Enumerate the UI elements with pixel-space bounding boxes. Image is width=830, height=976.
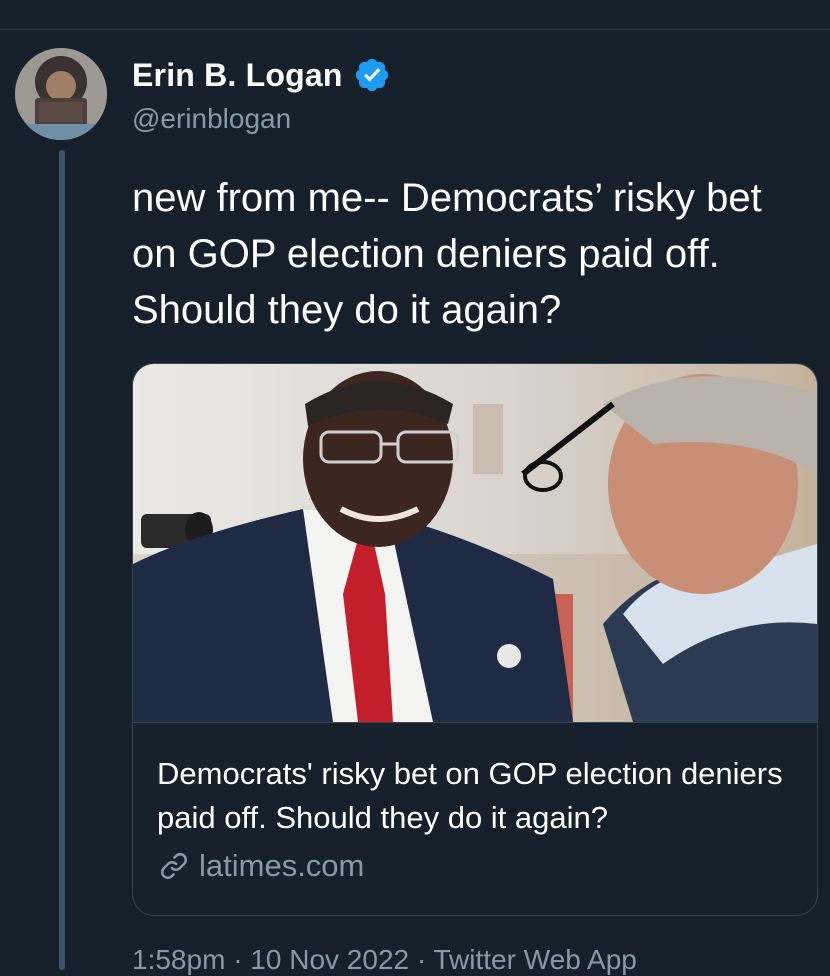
tweet-time[interactable]: 1:58pm: [132, 944, 225, 975]
card-domain-row[interactable]: latimes.com: [157, 848, 364, 884]
meta-separator: ·: [233, 944, 243, 975]
tweet-source[interactable]: Twitter Web App: [433, 944, 636, 975]
tweet-meta: 1:58pm · 10 Nov 2022 · Twitter Web App: [132, 944, 637, 976]
link-icon: [160, 852, 188, 880]
card-divider: [133, 722, 817, 723]
author-display-name[interactable]: Erin B. Logan: [132, 57, 343, 94]
author-avatar[interactable]: [15, 48, 107, 140]
meta-separator: ·: [416, 944, 427, 975]
verified-badge-icon: [355, 58, 388, 92]
link-card[interactable]: Democrats' risky bet on GOP election den…: [132, 363, 818, 916]
top-divider: [0, 29, 830, 30]
thread-connector-line: [59, 150, 65, 970]
card-image[interactable]: [133, 364, 817, 722]
tweet-text: new from me-- Democrats’ risky bet on GO…: [132, 176, 762, 332]
card-title[interactable]: Democrats' risky bet on GOP election den…: [157, 752, 807, 840]
tweet-date[interactable]: 10 Nov 2022: [250, 944, 409, 975]
author-handle[interactable]: @erinblogan: [132, 103, 291, 135]
card-domain: latimes.com: [199, 848, 365, 883]
author-name-row[interactable]: Erin B. Logan: [132, 56, 391, 94]
